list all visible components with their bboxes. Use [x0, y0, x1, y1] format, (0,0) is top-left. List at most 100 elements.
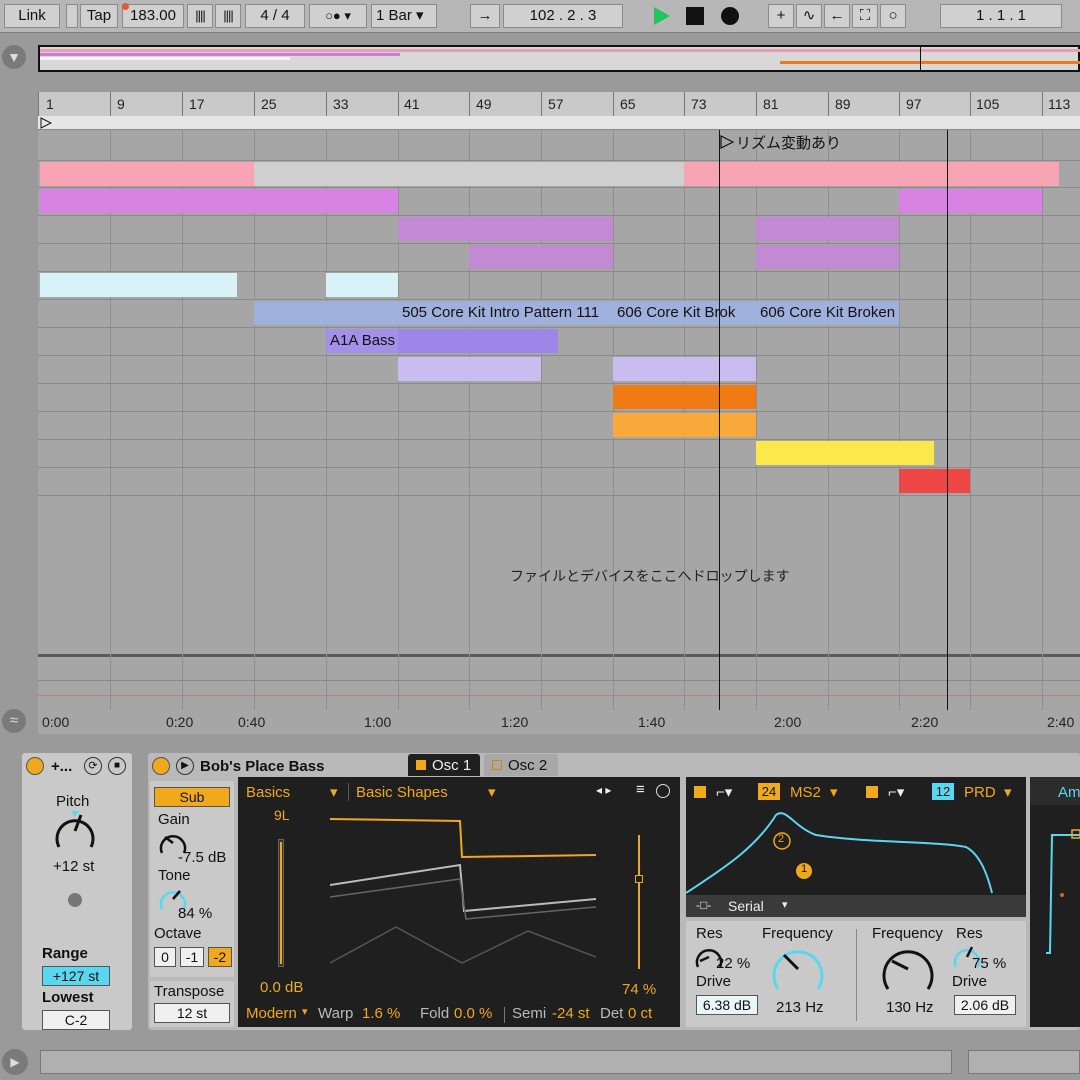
record-icon[interactable]: [718, 4, 742, 28]
clip[interactable]: [756, 217, 899, 241]
clip[interactable]: [326, 273, 398, 297]
clip[interactable]: [254, 162, 684, 186]
filter1-enable-icon[interactable]: [694, 786, 706, 798]
pitch-knob[interactable]: [53, 811, 97, 851]
level-slider[interactable]: [278, 839, 284, 967]
nudge-down-icon[interactable]: ||||: [187, 4, 213, 28]
time-ruler[interactable]: 0:00 0:20 0:40 1:00 1:20 1:40 2:00 2:20 …: [38, 710, 1080, 734]
back-to-arrangement-icon[interactable]: ←: [824, 4, 850, 28]
nudge-up-icon[interactable]: ||||: [215, 4, 241, 28]
stop-icon[interactable]: [684, 4, 706, 28]
follow-icon[interactable]: →: [470, 4, 500, 28]
locator-label[interactable]: リズム変動あり: [736, 132, 841, 153]
clip[interactable]: [756, 245, 899, 269]
wavetable-category-menu[interactable]: Basics: [246, 784, 290, 801]
loop-icon[interactable]: ○: [880, 4, 906, 28]
metronome-icon[interactable]: ○● ▾: [309, 4, 367, 28]
automation-icon[interactable]: ∿: [796, 4, 822, 28]
clip[interactable]: 606 Core Kit Brok: [613, 301, 756, 325]
filter-node-1[interactable]: 1: [801, 863, 807, 875]
song-position-field[interactable]: 102 . 2 . 3: [503, 4, 623, 28]
mod-matrix-icon[interactable]: [656, 784, 670, 798]
f2-freq-knob[interactable]: [880, 943, 936, 995]
filter2-shape-icon[interactable]: ⌐▾: [888, 783, 904, 801]
f1-drive-field[interactable]: 6.38 dB: [696, 995, 758, 1015]
range-field[interactable]: +127 st: [42, 966, 110, 986]
filter1-shape-icon[interactable]: ⌐▾: [716, 783, 732, 801]
wave-toggle-icon[interactable]: ≈: [2, 709, 26, 733]
clip[interactable]: 606 Core Kit Broken: [756, 301, 899, 325]
loop-bar[interactable]: [38, 116, 1080, 130]
filter2-enable-icon[interactable]: [866, 786, 878, 798]
f2-drive-field[interactable]: 2.06 dB: [954, 995, 1016, 1015]
f1-freq-knob[interactable]: [770, 943, 826, 995]
add-icon[interactable]: +: [768, 4, 794, 28]
tempo-field[interactable]: 183.00: [122, 4, 184, 28]
clip[interactable]: [899, 189, 1042, 213]
clip[interactable]: [756, 441, 934, 465]
clip[interactable]: [398, 357, 541, 381]
clip[interactable]: [40, 162, 254, 186]
transpose-field[interactable]: 12 st: [154, 1003, 230, 1023]
punch-icon[interactable]: ⛶: [852, 4, 878, 28]
device-power-icon[interactable]: [26, 757, 44, 775]
wavetable-display[interactable]: [330, 807, 596, 977]
mode-chevron-icon[interactable]: ▾: [302, 1005, 308, 1018]
clip[interactable]: [613, 385, 756, 409]
warp-value[interactable]: 1.6 %: [362, 1005, 400, 1022]
status-secondary-field[interactable]: [968, 1050, 1080, 1074]
semi-value[interactable]: -24 st: [552, 1005, 590, 1022]
mode-menu[interactable]: Modern: [246, 1005, 297, 1022]
arrangement-view[interactable]: リズム変動あり 505 Core Kit Intro Pattern 111 6…: [38, 130, 1080, 710]
det-value[interactable]: 0 ct: [628, 1005, 652, 1022]
clip[interactable]: [40, 189, 398, 213]
clip[interactable]: [613, 357, 756, 381]
clip[interactable]: [613, 413, 756, 437]
clip[interactable]: A1A Bass: [326, 329, 398, 353]
clip[interactable]: [469, 245, 613, 269]
bar-ruler[interactable]: 1 9 17 25 33 41 49 57 65 73 81 89 97 105…: [38, 92, 1080, 116]
filter1-chevron-icon[interactable]: ▾: [830, 783, 838, 801]
routing-chevron-icon[interactable]: ▾: [782, 898, 788, 911]
filter2-slope[interactable]: 12: [932, 783, 954, 800]
filter-response-graph[interactable]: [686, 807, 1026, 895]
status-field[interactable]: [40, 1050, 952, 1074]
preview-play-icon[interactable]: ▶: [176, 757, 194, 775]
octave-option[interactable]: 0: [154, 947, 176, 967]
tab-osc2[interactable]: Osc 2: [484, 754, 558, 776]
play-icon[interactable]: [648, 4, 674, 28]
overview-strip[interactable]: [38, 45, 1080, 72]
clip[interactable]: 505 Core Kit Intro Pattern 111: [398, 301, 613, 325]
clip[interactable]: [40, 273, 237, 297]
hot-swap-icon[interactable]: ⟳: [84, 757, 102, 775]
device-power-icon[interactable]: [152, 757, 170, 775]
clip[interactable]: [398, 329, 558, 353]
sub-toggle[interactable]: Sub: [154, 787, 230, 807]
filter-node-2[interactable]: 2: [778, 833, 784, 845]
clip[interactable]: [398, 217, 613, 241]
quantize-menu[interactable]: 1 Bar ▾: [371, 4, 437, 28]
fold-value[interactable]: 0.0 %: [454, 1005, 492, 1022]
collapse-icon[interactable]: ▼: [2, 45, 26, 69]
expand-icon[interactable]: ▶: [2, 1049, 28, 1075]
osc2-enable-icon[interactable]: [492, 760, 502, 770]
prev-next-icon[interactable]: ◂ ▸: [596, 783, 611, 797]
wavetable-name-menu[interactable]: Basic Shapes: [356, 784, 448, 801]
category-chevron-icon[interactable]: ▾: [330, 783, 338, 801]
link-button[interactable]: Link: [4, 4, 60, 28]
loop-start-field[interactable]: 1 . 1 . 1: [940, 4, 1062, 28]
tab-amp[interactable]: Am: [1058, 784, 1080, 801]
tab-osc1[interactable]: Osc 1: [408, 754, 480, 776]
octave-option[interactable]: -1: [180, 947, 204, 967]
clip[interactable]: [899, 469, 970, 493]
clip[interactable]: [254, 301, 398, 325]
filter1-type-menu[interactable]: MS2: [790, 784, 821, 801]
lowest-field[interactable]: C-2: [42, 1010, 110, 1030]
menu-lines-icon[interactable]: ≡: [636, 781, 645, 798]
name-chevron-icon[interactable]: ▾: [488, 783, 496, 801]
filter1-slope[interactable]: 24: [758, 783, 780, 800]
clip[interactable]: [684, 162, 1059, 186]
envelope-graph[interactable]: [1042, 825, 1080, 965]
time-signature-field[interactable]: 4 / 4: [245, 4, 305, 28]
tap-button[interactable]: Tap: [80, 4, 118, 28]
